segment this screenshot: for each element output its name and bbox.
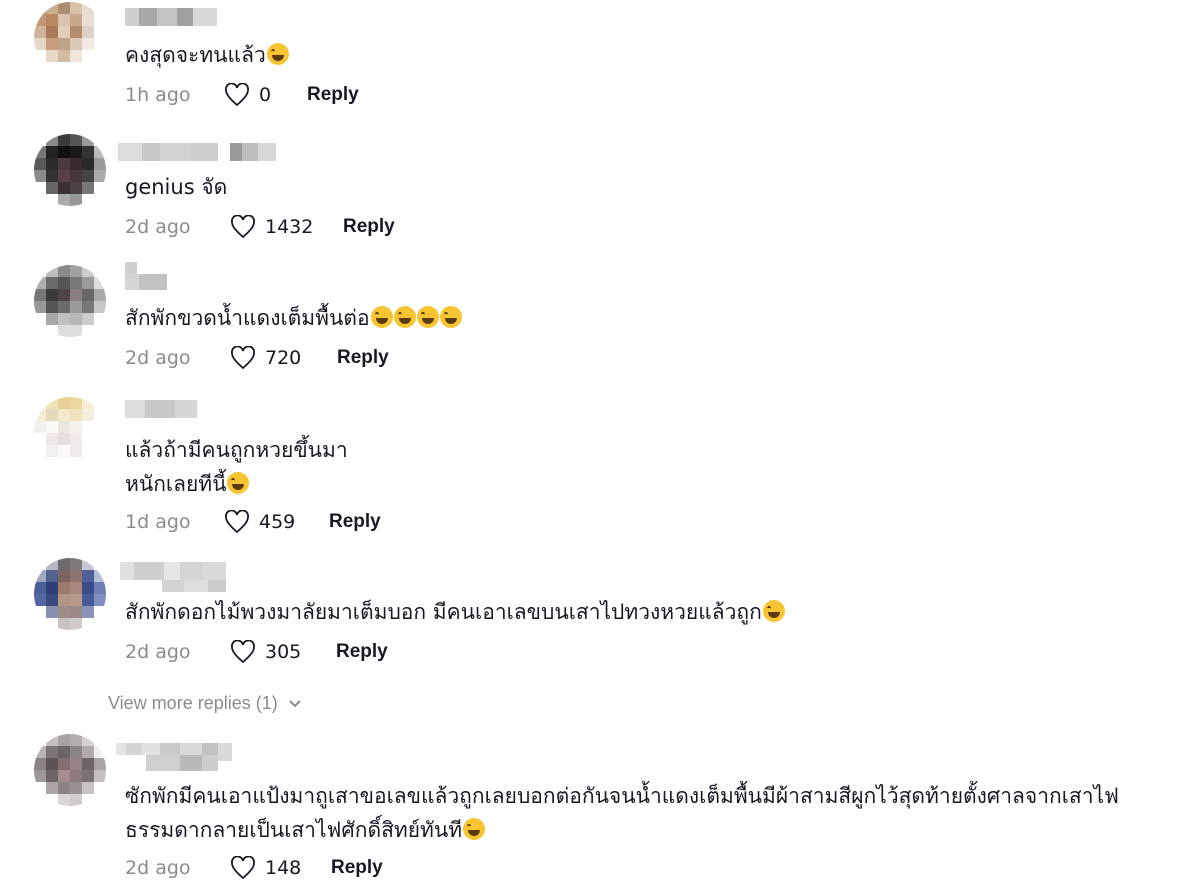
username-blurred[interactable] <box>125 8 217 26</box>
comment-meta: 2d ago 1432 Reply <box>125 212 395 242</box>
heart-icon[interactable] <box>229 214 257 240</box>
avatar[interactable] <box>34 265 106 337</box>
comment-text: genius จัด <box>125 175 228 199</box>
reply-button[interactable]: Reply <box>343 216 395 238</box>
like-count: 305 <box>265 641 302 663</box>
heart-icon[interactable] <box>229 639 257 665</box>
comment-text: สักพักขวดน้ำแดงเต็มพื้นต่อ <box>125 301 462 335</box>
username-blurred[interactable] <box>118 143 276 161</box>
view-more-replies-label: View more replies (1) <box>108 693 278 713</box>
view-more-replies-button[interactable]: View more replies (1) <box>108 693 302 714</box>
joy-emoji <box>416 306 439 328</box>
comment-text: คงสุดจะทนแล้ว <box>125 38 289 72</box>
joy-emoji <box>227 472 250 494</box>
username-blurred <box>125 274 167 292</box>
reply-button[interactable]: Reply <box>329 511 381 533</box>
heart-icon[interactable] <box>229 855 257 881</box>
comment-meta: 2d ago 305 Reply <box>125 637 388 667</box>
joy-emoji <box>370 306 393 328</box>
username-blurred[interactable] <box>125 400 197 418</box>
like-count: 720 <box>265 347 302 369</box>
timestamp: 2d ago <box>125 347 191 369</box>
like-count: 459 <box>259 511 296 533</box>
like-count: 148 <box>265 857 302 879</box>
sweat-smile-emoji <box>266 43 289 65</box>
heart-icon[interactable] <box>223 82 251 108</box>
comment-meta: 2d ago 720 Reply <box>125 343 389 373</box>
avatar[interactable] <box>34 397 106 469</box>
reply-button[interactable]: Reply <box>307 84 359 106</box>
comment-text: ซักพักมีคนเอาแป้งมาถูเสาขอเลขแล้วถูกเลยบ… <box>125 784 1119 842</box>
chevron-down-icon <box>288 693 302 714</box>
reply-button[interactable]: Reply <box>336 641 388 663</box>
joy-emoji <box>439 306 462 328</box>
joy-emoji <box>393 306 416 328</box>
timestamp: 2d ago <box>125 857 191 879</box>
timestamp: 1d ago <box>125 511 191 533</box>
avatar[interactable] <box>34 134 106 206</box>
sweat-smile-emoji <box>762 600 785 622</box>
heart-icon[interactable] <box>229 345 257 371</box>
avatar[interactable] <box>34 2 106 74</box>
comment-meta: 1d ago 459 Reply <box>125 507 381 537</box>
avatar[interactable] <box>34 734 106 806</box>
timestamp: 2d ago <box>125 641 191 663</box>
joy-emoji <box>463 818 486 840</box>
reply-button[interactable]: Reply <box>331 857 383 879</box>
timestamp: 1h ago <box>125 84 191 106</box>
comment-meta: 2d ago 148 Reply <box>125 853 383 883</box>
comment-text: แล้วถ้ามีคนถูกหวยขึ้นมา หนักเลยทีนี้ <box>125 438 348 496</box>
heart-icon[interactable] <box>223 509 251 535</box>
comment-text: สักพักดอกไม้พวงมาลัยมาเต็มบอก มีคนเอาเลข… <box>125 595 785 629</box>
username-blurred[interactable] <box>120 562 226 580</box>
like-count: 1432 <box>265 216 314 238</box>
reply-button[interactable]: Reply <box>337 347 389 369</box>
comment-meta: 1h ago 0 Reply <box>125 80 359 110</box>
avatar[interactable] <box>34 558 106 630</box>
username-blurred <box>116 755 218 773</box>
like-count: 0 <box>259 84 272 106</box>
timestamp: 2d ago <box>125 216 191 238</box>
